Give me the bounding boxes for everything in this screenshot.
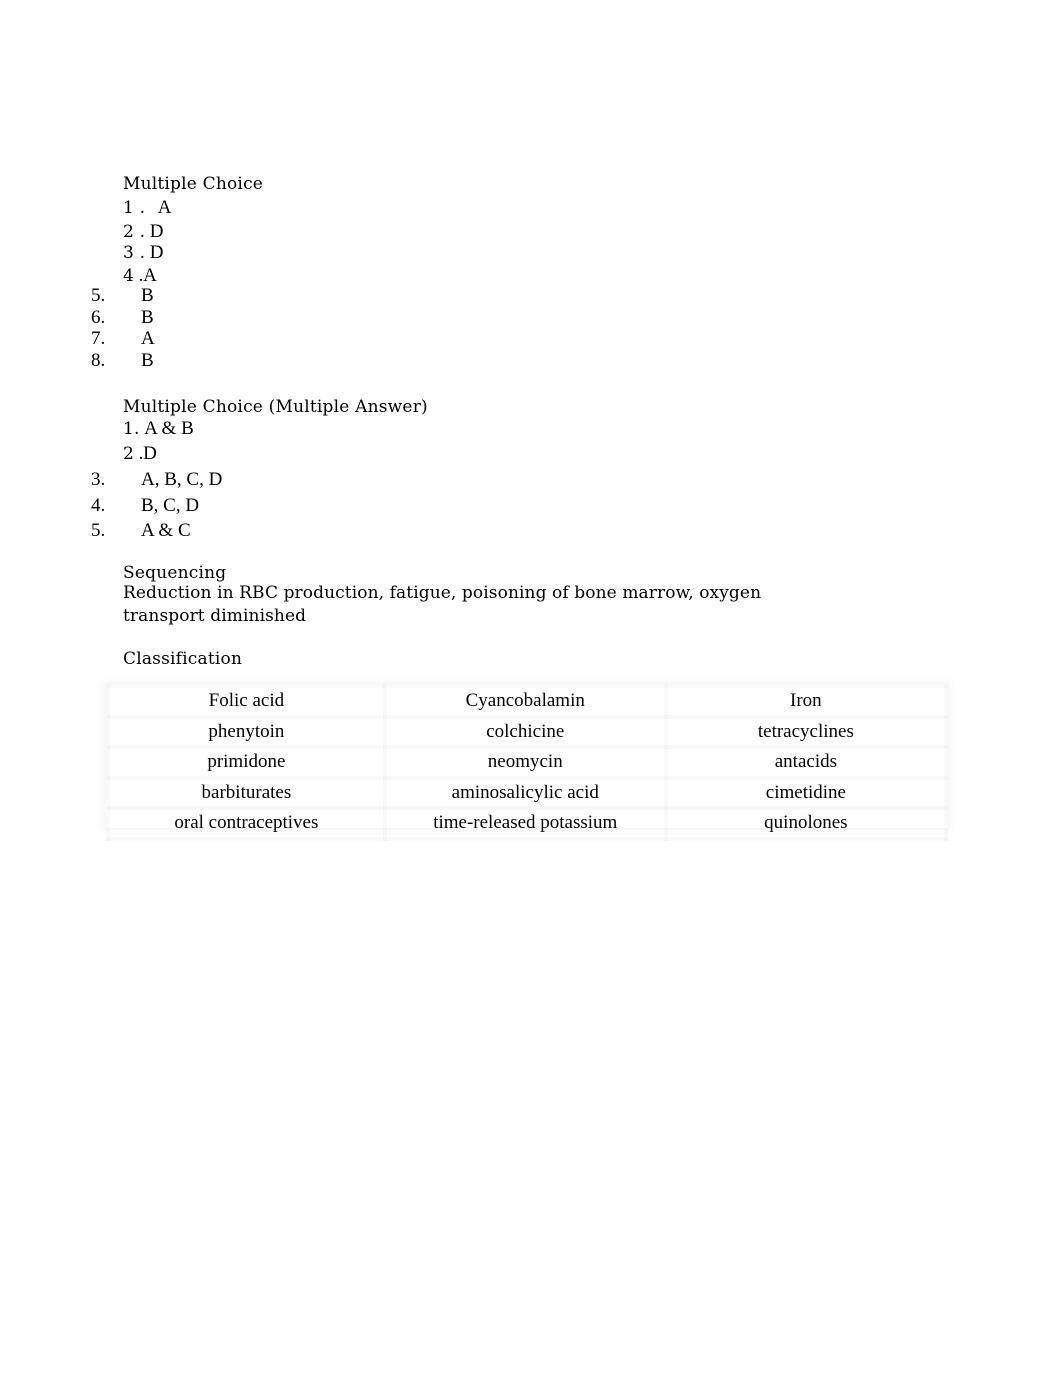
document-page: Multiple Choice 1 . A 2 . D 3 . D 4 .A 5… (0, 0, 1062, 1376)
table-cell: oral contraceptives (108, 808, 385, 839)
ma-item-answer: A & C (141, 520, 191, 541)
table-header-cell: Cyancobalamin (385, 686, 666, 717)
table-header-row: Folic acid Cyancobalamin Iron (108, 686, 946, 717)
mc-item-answer: B (141, 350, 154, 371)
table-cell: quinolones (666, 808, 946, 839)
table-cell: tetracyclines (666, 717, 946, 748)
table-header-cell: Iron (666, 686, 946, 717)
table-cell: aminosalicylic acid (385, 778, 666, 809)
ma-item-2: 2 .D (123, 442, 157, 465)
ma-item-answer: D (143, 443, 157, 464)
table-cell: cimetidine (666, 778, 946, 809)
classification-table: Folic acid Cyancobalamin Iron phenytoin … (106, 684, 948, 841)
ma-item-answer: A & B (144, 418, 194, 439)
table-header-cell: Folic acid (108, 686, 385, 717)
sequencing-heading: Sequencing (123, 563, 227, 583)
classification-table-container: Folic acid Cyancobalamin Iron phenytoin … (106, 684, 948, 833)
ma-item-number: 5. (91, 520, 106, 541)
ma-item-number: 1. (123, 419, 140, 439)
mc-item-number: 7. (91, 328, 106, 349)
mc-item-1: 1 . A (123, 196, 171, 219)
mc-item-answer: A (143, 265, 157, 286)
ma-item-number: 4. (91, 495, 106, 516)
mc-item-number: 2 . (123, 222, 146, 242)
table-cell: phenytoin (108, 717, 385, 748)
table-row: oral contraceptives time-released potass… (108, 808, 946, 839)
mc-item-number: 4 . (123, 266, 144, 286)
mc-item-2: 2 . D (123, 220, 163, 243)
ma-item-1: 1. A & B (123, 417, 194, 440)
ma-item-answer: A, B, C, D (141, 469, 223, 490)
table-cell: time-released potassium (385, 808, 666, 839)
mc-item-number: 8. (91, 350, 106, 371)
multiple-answer-heading: Multiple Choice (Multiple Answer) (123, 397, 428, 417)
multiple-choice-heading: Multiple Choice (123, 174, 264, 194)
mc-item-number: 5. (91, 285, 106, 306)
table-row: primidone neomycin antacids (108, 747, 946, 778)
table-cell: barbiturates (108, 778, 385, 809)
ma-item-number: 2 . (123, 444, 144, 464)
mc-item-answer: B (141, 307, 154, 328)
table-row: barbiturates aminosalicylic acid cimetid… (108, 778, 946, 809)
mc-item-3: 3 . D (123, 241, 163, 264)
mc-item-answer: B (141, 285, 154, 306)
table-cell: colchicine (385, 717, 666, 748)
mc-item-answer: D (149, 242, 164, 263)
table-cell: neomycin (385, 747, 666, 778)
mc-item-number: 1 . (123, 198, 146, 218)
table-cell: antacids (666, 747, 946, 778)
ma-item-number: 3. (91, 469, 106, 490)
table-cell: primidone (108, 747, 385, 778)
mc-item-number: 6. (91, 307, 106, 328)
classification-heading: Classification (123, 649, 243, 669)
mc-item-number: 3 . (123, 243, 146, 263)
table-row: phenytoin colchicine tetracyclines (108, 717, 946, 748)
mc-item-answer: D (149, 221, 164, 242)
mc-item-answer: A (141, 328, 155, 349)
mc-item-4: 4 .A (123, 264, 157, 287)
sequencing-answer: Reduction in RBC production, fatigue, po… (123, 583, 762, 626)
ma-item-answer: B, C, D (141, 495, 200, 516)
mc-item-answer: A (157, 197, 172, 218)
